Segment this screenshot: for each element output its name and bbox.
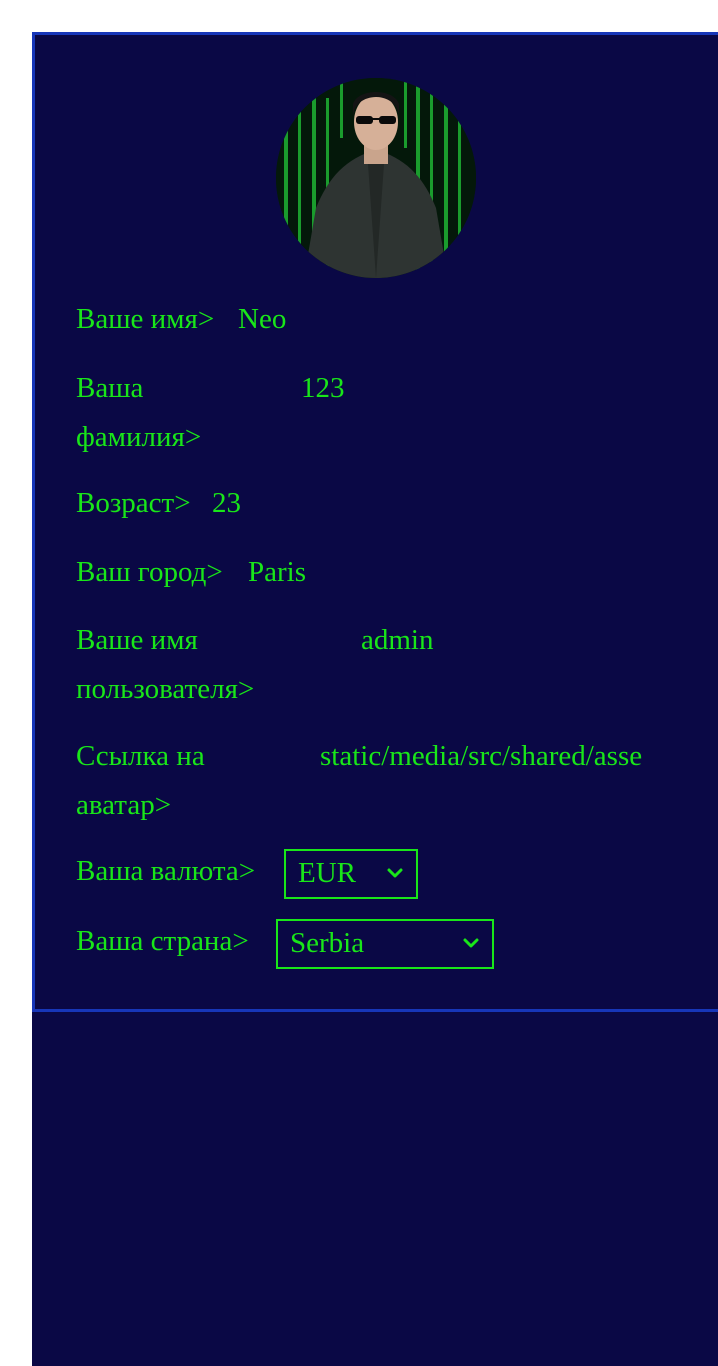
field-value: 123 [301, 372, 345, 404]
field-label: Ваше имя пользователя> [76, 624, 255, 705]
field-username: Ваше имя пользователя> admin [76, 616, 676, 714]
user-avatar [276, 78, 476, 278]
field-age: Возраст> 23 [76, 479, 376, 528]
profile-card: Ваше имя> Neo Ваша фамилия> 123 Возраст>… [32, 32, 718, 1012]
field-label: Ваша страна> [76, 925, 249, 957]
field-value: admin [361, 624, 434, 656]
field-label: Ваша валюта> [76, 855, 256, 887]
field-value: Neo [238, 303, 287, 335]
avatar-image [276, 78, 476, 278]
field-label: Ваш город> [76, 556, 223, 588]
field-value: static/media/src/shared/asse [320, 740, 643, 772]
field-city: Ваш город> Paris [76, 548, 376, 597]
currency-label: Ваша валюта> [76, 847, 316, 896]
field-value: 23 [212, 487, 241, 519]
field-label: Возраст> [76, 487, 191, 519]
chevron-down-icon [387, 868, 403, 878]
field-last-name: Ваша фамилия> 123 [76, 364, 676, 462]
field-value: Paris [248, 556, 306, 588]
field-label: Ссылка на аватар> [76, 740, 205, 821]
country-select[interactable]: Serbia [276, 919, 494, 969]
chevron-down-icon [463, 938, 479, 948]
field-label: Ваша фамилия> [76, 372, 202, 453]
page-background: Ваше имя> Neo Ваша фамилия> 123 Возраст>… [32, 32, 718, 1366]
country-selected-value: Serbia [290, 927, 365, 959]
field-first-name: Ваше имя> Neo [76, 295, 376, 344]
field-avatar-link: Ссылка на аватар> static/media/src/share… [76, 732, 716, 830]
currency-selected-value: EUR [298, 857, 356, 889]
field-label: Ваше имя> [76, 303, 215, 335]
currency-select[interactable]: EUR [284, 849, 418, 899]
